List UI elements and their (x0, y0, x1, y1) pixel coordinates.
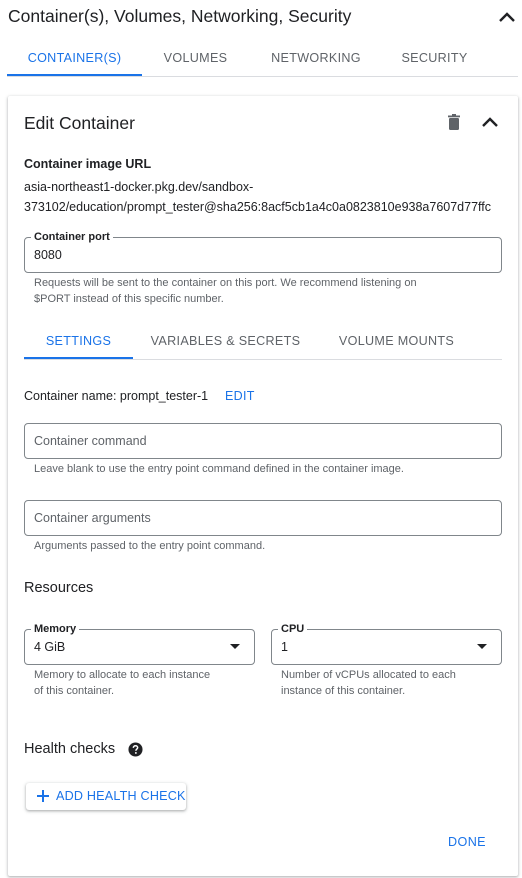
container-command-hint: Leave blank to use the entry point comma… (34, 463, 404, 475)
hint-line: of this container. (34, 684, 115, 697)
hint-line: Number of vCPUs allocated to each (281, 669, 456, 681)
image-url-line: 373102/education/prompt_tester@sha256:8a… (24, 200, 492, 214)
hint-line: $PORT instead of this specific number. (34, 292, 224, 305)
tab-variables-secrets[interactable]: VARIABLES & SECRETS (142, 323, 309, 359)
help-icon[interactable] (128, 742, 143, 757)
tab-networking[interactable]: NETWORKING (249, 42, 383, 76)
container-arguments-input[interactable]: Container arguments (24, 500, 502, 536)
chevron-up-icon[interactable] (480, 112, 500, 132)
hint-line: instance of this container. (281, 684, 406, 697)
tab-volume-mounts[interactable]: VOLUME MOUNTS (324, 323, 469, 359)
image-url-value: asia-northeast1-docker.pkg.dev/sandbox- … (24, 177, 518, 217)
container-port-value: 8080 (34, 248, 62, 262)
cpu-value: 1 (281, 640, 288, 654)
delete-icon[interactable] (444, 112, 464, 132)
dropdown-caret-icon (230, 644, 240, 649)
add-health-check-button[interactable]: ADD HEALTH CHECK (26, 783, 186, 810)
tab-volumes[interactable]: VOLUMES (142, 42, 249, 76)
section-title: Container(s), Volumes, Networking, Secur… (8, 6, 352, 26)
cpu-hint: Number of vCPUs allocated to each instan… (281, 668, 456, 699)
container-port-hint: Requests will be sent to the container o… (34, 276, 417, 307)
top-tab-bar: CONTAINER(S) VOLUMES NETWORKING SECURITY (7, 42, 518, 77)
container-arguments-placeholder: Container arguments (34, 511, 151, 525)
memory-value: 4 GiB (34, 640, 66, 654)
resources-heading: Resources (24, 580, 94, 596)
container-port-field[interactable]: Container port 8080 (24, 230, 502, 273)
health-checks-heading: Health checks (24, 741, 116, 757)
image-url-line: asia-northeast1-docker.pkg.dev/sandbox- (24, 180, 254, 194)
edit-container-card: Edit Container Container image URL asia-… (8, 96, 518, 876)
hint-line: Requests will be sent to the container o… (34, 277, 417, 289)
hint-line: Memory to allocate to each instance (34, 669, 211, 681)
tab-containers[interactable]: CONTAINER(S) (7, 42, 142, 76)
tab-security[interactable]: SECURITY (383, 42, 486, 76)
done-button[interactable]: DONE (448, 835, 486, 849)
container-command-placeholder: Container command (34, 434, 147, 448)
container-command-input[interactable]: Container command (24, 423, 502, 459)
chevron-up-icon[interactable] (497, 9, 517, 25)
image-url-label: Container image URL (24, 157, 152, 171)
memory-hint: Memory to allocate to each instance of t… (34, 668, 210, 699)
container-name: Container name: prompt_tester-1 (24, 389, 209, 403)
cpu-select[interactable]: CPU 1 (271, 622, 502, 665)
container-arguments-hint: Arguments passed to the entry point comm… (34, 540, 266, 552)
add-health-check-label: ADD HEALTH CHECK (56, 789, 186, 803)
memory-select[interactable]: Memory 4 GiB (24, 622, 255, 665)
sub-tab-bar: SETTINGS VARIABLES & SECRETS VOLUME MOUN… (24, 323, 502, 360)
card-title: Edit Container (24, 113, 135, 133)
dropdown-caret-icon (477, 644, 487, 649)
plus-icon (37, 790, 49, 802)
tab-settings[interactable]: SETTINGS (24, 323, 133, 359)
edit-name-button[interactable]: EDIT (225, 389, 255, 403)
